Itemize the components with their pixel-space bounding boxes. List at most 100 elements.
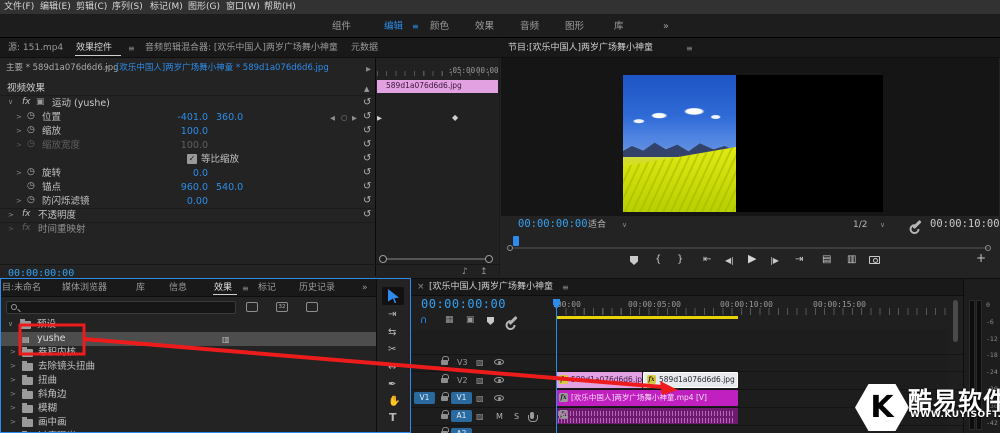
pip-expand-icon[interactable]: > — [10, 416, 16, 429]
master-clip-caret-icon[interactable]: ∨ — [104, 62, 109, 75]
step-back-button[interactable]: ◀| — [725, 254, 734, 267]
anchor-stopwatch-icon[interactable]: ◷ — [27, 180, 35, 193]
source-patch-v1[interactable]: V1 — [414, 392, 435, 404]
menu-help[interactable]: 帮助(H) — [264, 1, 296, 14]
a1-mute-button[interactable]: M — [496, 410, 503, 423]
menu-graphics[interactable]: 图形(G) — [188, 1, 220, 14]
position-reset-icon[interactable]: ↺ — [363, 110, 371, 123]
program-fit-select[interactable]: 适合 — [588, 219, 606, 232]
program-zoom-select[interactable]: 1/2 — [853, 219, 867, 232]
toggle-track-view-icon[interactable]: ▶ — [366, 63, 371, 76]
timeline-timecode[interactable]: 00:00:00:00 — [421, 298, 506, 311]
position-stopwatch-icon[interactable]: ◷ — [27, 110, 35, 123]
workspace-tab-audio[interactable]: 音频 — [520, 20, 539, 33]
scale-expand-icon[interactable]: > — [16, 125, 22, 138]
workspace-editing-menu-icon[interactable]: ≡ — [412, 20, 419, 33]
mark-out-button[interactable]: } — [677, 253, 683, 266]
antiflicker-value[interactable]: 0.00 — [150, 195, 208, 208]
scale-width-reset-icon[interactable]: ↺ — [363, 138, 371, 151]
scale-stopwatch-icon[interactable]: ◷ — [27, 124, 35, 137]
play-button[interactable]: ▶ — [748, 252, 756, 265]
timeline-playhead-line[interactable] — [556, 300, 557, 433]
snap-icon[interactable]: ∩ — [420, 314, 427, 327]
effects-panel-menu-icon[interactable]: ≡ — [242, 282, 249, 295]
filter-32bit-color-icon[interactable]: 32 — [276, 302, 288, 312]
menu-edit[interactable]: 编辑(E) — [40, 1, 71, 14]
menu-sequence[interactable]: 序列(S) — [112, 1, 143, 14]
tab-source-monitor[interactable]: 源: 151.mp4 — [8, 42, 63, 55]
opacity-expand-icon[interactable]: > — [8, 209, 14, 222]
position-y-value[interactable]: 360.0 — [216, 111, 243, 124]
rotation-label[interactable]: 旋转 — [42, 167, 61, 180]
workspace-tab-color[interactable]: 颜色 — [430, 20, 449, 33]
position-keyframe-icon[interactable]: ◆ — [452, 111, 458, 124]
scale-reset-icon[interactable]: ↺ — [363, 124, 371, 137]
a2-track-badge[interactable]: A2 — [451, 428, 472, 433]
pen-tool[interactable]: ✒ — [388, 378, 396, 391]
tree-item-blur[interactable]: 模糊 — [38, 402, 57, 415]
v2-eye-icon[interactable] — [494, 377, 504, 383]
effect-controls-menu-icon[interactable]: ≡ — [128, 42, 135, 55]
v3-track-label[interactable]: V3 — [457, 356, 468, 369]
antiflicker-label[interactable]: 防闪烁滤镜 — [42, 195, 90, 208]
presets-expand-icon[interactable]: ∨ — [8, 318, 13, 331]
tree-item-presets[interactable]: 预设 — [37, 318, 56, 331]
opacity-fx-icon[interactable]: fx — [22, 208, 31, 221]
distort-expand-icon[interactable]: > — [10, 374, 16, 387]
rotation-reset-icon[interactable]: ↺ — [363, 166, 371, 179]
tree-item-convolution[interactable]: 卷积内核 — [38, 346, 76, 359]
export-frame-button[interactable] — [869, 256, 880, 264]
tab-libraries[interactable]: 库 — [136, 282, 145, 295]
master-clip-name[interactable]: 主要 * 589d1a076d6d6.jpg — [6, 62, 119, 75]
convolution-expand-icon[interactable]: > — [10, 346, 16, 359]
program-monitor-menu-icon[interactable]: ≡ — [686, 42, 693, 55]
program-zoom-caret-icon[interactable]: ∨ — [880, 219, 885, 232]
anchor-y-value[interactable]: 540.0 — [216, 181, 243, 194]
rotation-expand-icon[interactable]: > — [16, 167, 22, 180]
v3-lock-icon[interactable] — [441, 356, 449, 365]
tab-info[interactable]: 信息 — [169, 282, 187, 295]
menu-clip[interactable]: 剪辑(C) — [76, 1, 107, 14]
clip-v2-selected[interactable]: fx 589d1a076d6d6.jpg — [643, 372, 738, 388]
button-editor-plus[interactable]: + — [976, 252, 986, 265]
mark-in-button[interactable]: { — [655, 253, 661, 266]
tab-timeline-sequence[interactable]: [欢乐中国人]两岁广场舞小神童 — [429, 281, 553, 294]
go-to-out-button[interactable]: ⇥ — [795, 253, 803, 266]
program-fit-caret-icon[interactable]: ∨ — [622, 219, 627, 232]
v1-lock-icon[interactable] — [441, 392, 449, 401]
time-remap-label[interactable]: 时间重映射 — [38, 223, 86, 236]
workspace-tab-graphics[interactable]: 图形 — [565, 20, 584, 33]
tab-program-monitor[interactable]: 节目:[欢乐中国人]两岁广场舞小神童 — [508, 42, 653, 55]
menu-window[interactable]: 窗口(W) — [226, 1, 260, 14]
tab-project[interactable]: 目:未命名 — [2, 282, 41, 295]
blur-expand-icon[interactable]: > — [10, 402, 16, 415]
lift-button[interactable]: ▤ — [822, 253, 831, 266]
position-label[interactable]: 位置 — [42, 111, 61, 124]
a1-lock-icon[interactable] — [441, 410, 449, 419]
filter-yuv-effects-icon[interactable] — [306, 302, 318, 312]
v1-eye-icon[interactable] — [494, 395, 504, 401]
workspace-tab-assembly[interactable]: 组件 — [332, 20, 351, 33]
slip-tool[interactable]: ↔ — [388, 361, 396, 374]
motion-reset-icon[interactable]: ↺ — [363, 96, 371, 109]
project-tabs-overflow-icon[interactable]: » — [362, 282, 368, 295]
timeline-tab-close-icon[interactable]: × — [417, 281, 425, 294]
extract-button[interactable]: ▥ — [847, 253, 856, 266]
time-remap-expand-icon[interactable]: > — [8, 223, 14, 236]
v3-sync-lock-icon[interactable]: ▨ — [476, 356, 484, 369]
tree-item-yushe[interactable]: yushe — [37, 332, 65, 345]
timeline-scrollbar[interactable] — [953, 300, 958, 342]
v1-track-badge[interactable]: V1 — [451, 392, 472, 404]
tab-audio-clip-mixer[interactable]: 音频剪辑混合器: [欢乐中国人]两岁广场舞小神童 — [145, 42, 338, 55]
position-kf-prev-icon[interactable]: ◀ — [330, 112, 335, 125]
program-timecode[interactable]: 00:00:00:00 — [518, 218, 588, 231]
bevel-expand-icon[interactable]: > — [10, 388, 16, 401]
lens-distortion-expand-icon[interactable]: > — [10, 360, 16, 373]
motion-expand-icon[interactable]: ∨ — [8, 96, 13, 109]
program-scrub-track[interactable] — [512, 247, 988, 249]
ec-zoom-handle-right[interactable] — [485, 255, 493, 263]
ec-mini-clip[interactable]: 589d1a076d6d6.jpg — [377, 80, 498, 93]
a1-sync-lock-icon[interactable]: ▨ — [476, 410, 484, 423]
program-scrub-left-handle[interactable] — [507, 245, 513, 251]
tab-markers[interactable]: 标记 — [258, 282, 276, 295]
